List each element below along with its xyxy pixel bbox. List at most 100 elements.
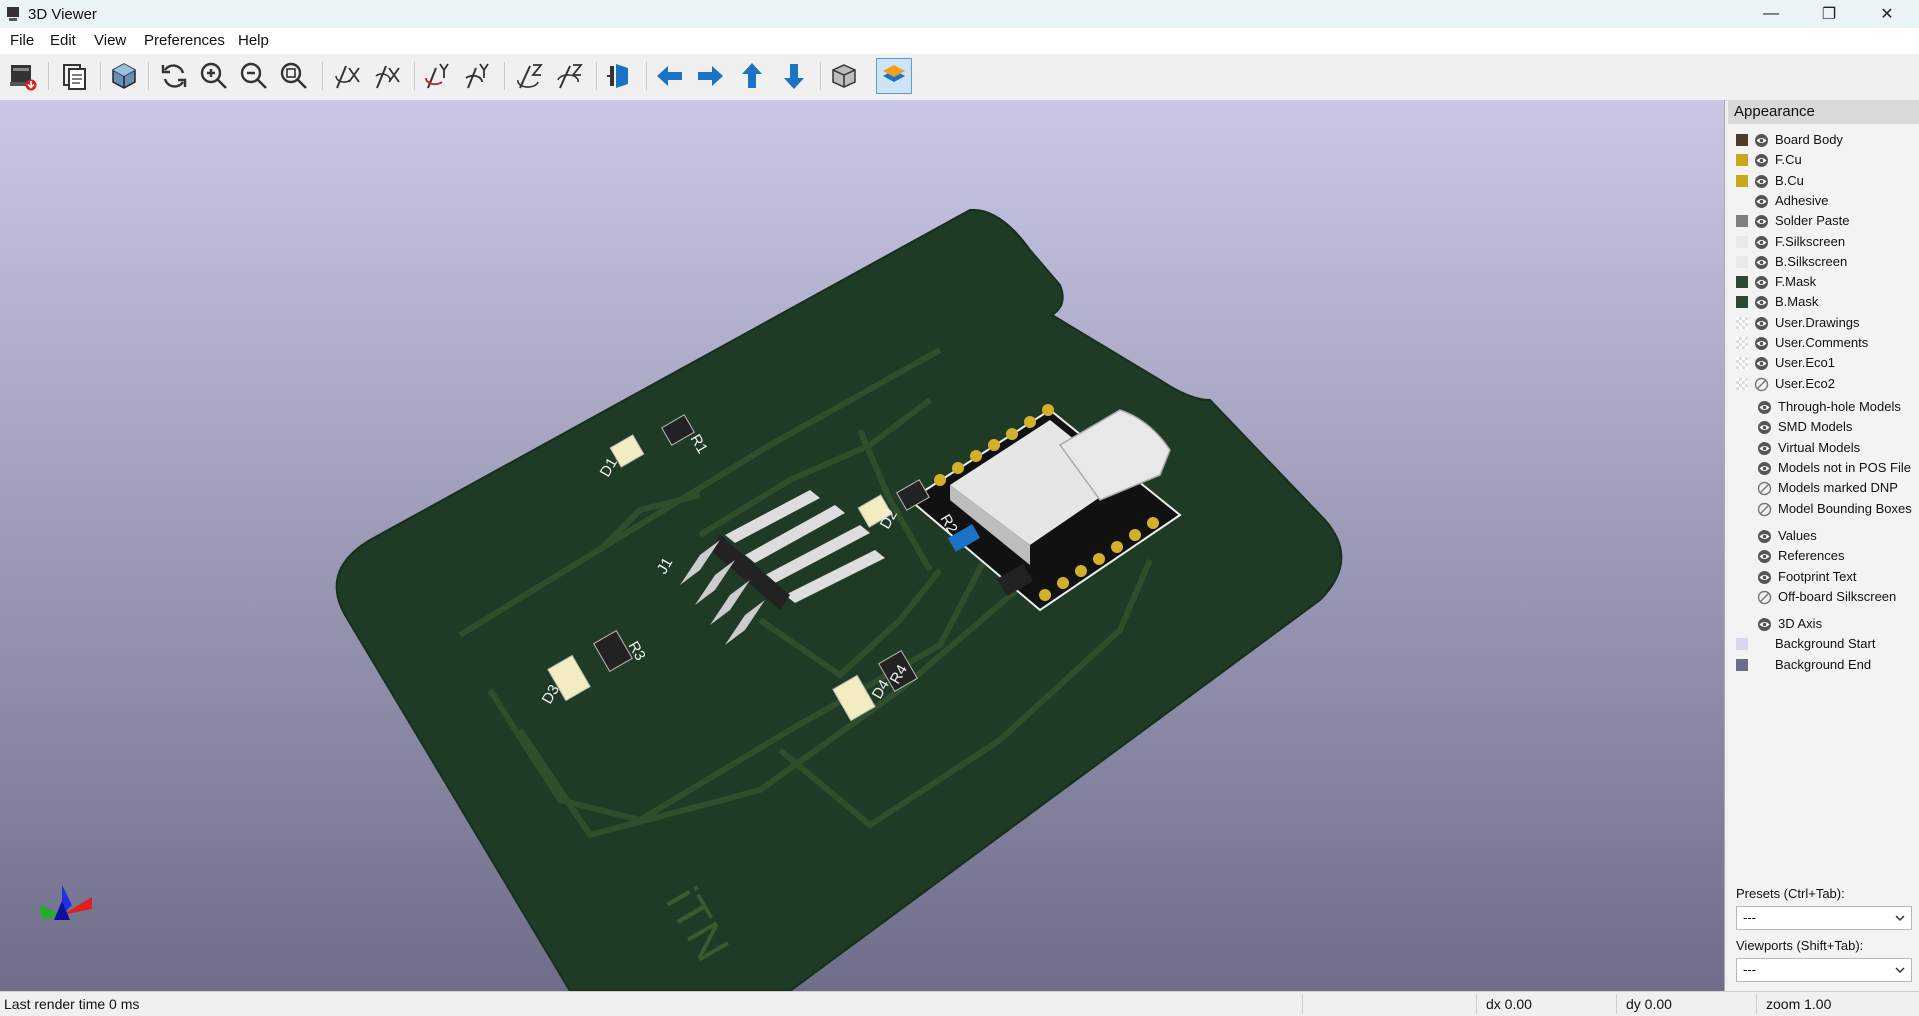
eye-icon[interactable] [1757,617,1772,632]
layer-row-models-not-in-pos-file[interactable]: Models not in POS File [1728,458,1919,478]
layer-row-model-bounding-boxes[interactable]: Model Bounding Boxes [1728,499,1919,519]
layer-row-b-mask[interactable]: B.Mask [1728,292,1919,312]
color-swatch[interactable] [1736,377,1748,390]
layer-row-through-hole-models[interactable]: Through-hole Models [1728,397,1919,417]
flip-board-button[interactable] [602,58,638,94]
layer-row-solder-paste[interactable]: Solder Paste [1728,211,1919,231]
eye-icon[interactable] [1754,275,1769,290]
visibility-off-icon[interactable] [1757,481,1772,496]
rotate-x-ccw-button[interactable] [370,58,406,94]
zoom-out-button[interactable] [236,58,272,94]
layer-row-adhesive[interactable]: Adhesive [1728,191,1919,211]
ortho-toggle-button[interactable] [826,58,862,94]
maximize-button[interactable]: ❐ [1800,0,1858,28]
layer-row-f-silkscreen[interactable]: F.Silkscreen [1728,232,1919,252]
layer-row-smd-models[interactable]: SMD Models [1728,417,1919,437]
color-swatch[interactable] [1736,255,1748,268]
layer-row-user-comments[interactable]: User.Comments [1728,333,1919,353]
raytracing-button[interactable] [106,58,142,94]
zoom-in-button[interactable] [196,58,232,94]
color-swatch[interactable] [1736,296,1748,309]
color-swatch[interactable] [1736,134,1748,146]
color-swatch[interactable] [1736,337,1748,349]
layer-row-b-silkscreen[interactable]: B.Silkscreen [1728,252,1919,272]
rotate-z-ccw-button[interactable] [552,58,588,94]
color-swatch[interactable] [1736,174,1748,187]
eye-icon[interactable] [1754,356,1769,371]
color-swatch[interactable] [1736,638,1748,651]
visibility-off-icon[interactable] [1757,502,1772,517]
eye-icon[interactable] [1754,235,1769,250]
layer-row-f-mask[interactable]: F.Mask [1728,272,1919,292]
layer-row-user-eco2[interactable]: User.Eco2 [1728,374,1919,394]
layer-row-off-board-silkscreen[interactable]: Off-board Silkscreen [1728,587,1919,607]
refresh-icon [161,64,187,88]
layer-row-board-body[interactable]: Board Body [1728,130,1919,150]
layer-row-values[interactable]: Values [1728,526,1919,546]
layer-row-virtual-models[interactable]: Virtual Models [1728,438,1919,458]
eye-icon[interactable] [1754,174,1769,189]
color-swatch[interactable] [1736,235,1748,248]
layer-row-user-eco1[interactable]: User.Eco1 [1728,353,1919,373]
color-swatch[interactable] [1736,154,1748,167]
arrow-right-icon [698,66,723,86]
eye-icon[interactable] [1754,255,1769,270]
eye-icon[interactable] [1757,529,1772,544]
menu-file[interactable]: File [10,32,34,49]
rotate-y-cw-button[interactable] [420,58,456,94]
reload-button[interactable] [156,58,192,94]
pan-left-button[interactable] [652,58,688,94]
layer-row-user-drawings[interactable]: User.Drawings [1728,313,1919,333]
menu-preferences[interactable]: Preferences [144,32,225,49]
eye-icon[interactable] [1757,549,1772,564]
minimize-button[interactable]: — [1742,0,1800,28]
eye-icon[interactable] [1757,461,1772,476]
layer-row-background-start[interactable]: Background Start [1728,634,1919,654]
eye-icon[interactable] [1757,400,1772,415]
layer-row-background-end[interactable]: Background End [1728,655,1919,675]
appearance-header: Appearance [1728,100,1919,124]
layer-row-b-cu[interactable]: B.Cu [1728,171,1919,191]
layer-row-models-marked-dnp[interactable]: Models marked DNP [1728,478,1919,498]
eye-icon[interactable] [1754,194,1769,209]
eye-icon[interactable] [1754,133,1769,148]
zoom-fit-button[interactable] [276,58,312,94]
color-swatch[interactable] [1736,215,1748,228]
eye-icon[interactable] [1754,295,1769,310]
layer-row-references[interactable]: References [1728,546,1919,566]
menu-view[interactable]: View [94,32,126,49]
visibility-off-icon[interactable] [1757,590,1772,605]
pan-down-button[interactable] [776,58,812,94]
color-swatch[interactable] [1736,658,1748,671]
eye-icon[interactable] [1754,316,1769,331]
color-swatch[interactable] [1736,276,1748,289]
pan-right-button[interactable] [692,58,728,94]
copy-clipboard-button[interactable] [56,58,92,94]
close-button[interactable]: ✕ [1858,0,1916,28]
eye-icon[interactable] [1757,441,1772,456]
layer-label: F.Silkscreen [1775,233,1846,249]
layer-row-f-cu[interactable]: F.Cu [1728,150,1919,170]
eye-icon[interactable] [1754,153,1769,168]
viewports-select[interactable]: --- [1736,958,1912,982]
rotate-z-cw-button[interactable] [512,58,548,94]
layers-manager-button[interactable] [876,58,912,94]
eye-icon[interactable] [1754,336,1769,351]
color-swatch[interactable] [1736,316,1748,329]
appearance-panel: Appearance Board Body F.Cu B.Cu Adhesive Sol… [1728,100,1919,991]
rotate-y-ccw-button[interactable] [460,58,496,94]
color-swatch[interactable] [1736,357,1748,370]
export-image-button[interactable] [5,58,41,94]
layer-row-footprint-text[interactable]: Footprint Text [1728,567,1919,587]
visibility-off-icon[interactable] [1754,377,1769,392]
presets-select[interactable]: --- [1736,906,1912,930]
menu-edit[interactable]: Edit [50,32,76,49]
eye-icon[interactable] [1757,420,1772,435]
rotate-x-cw-button[interactable] [330,58,366,94]
menu-help[interactable]: Help [238,32,269,49]
pan-up-button[interactable] [734,58,770,94]
eye-icon[interactable] [1754,214,1769,229]
layer-row-3d-axis[interactable]: 3D Axis [1728,614,1919,634]
3d-viewport[interactable]: D1 R1 D2 R2 J1 D3 R3 D4 R4 iTN [0,100,1725,991]
eye-icon[interactable] [1757,570,1772,585]
